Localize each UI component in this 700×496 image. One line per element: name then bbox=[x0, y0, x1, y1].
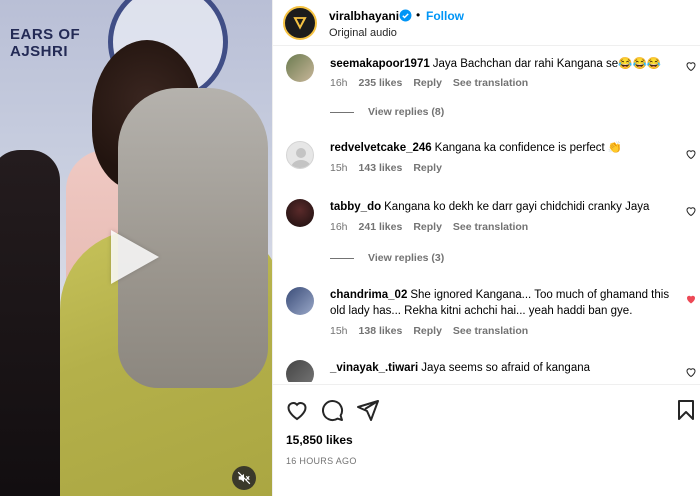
comment-text: Kangana ka confidence is perfect 👏 bbox=[434, 142, 623, 154]
view-replies-label: View replies (8) bbox=[368, 106, 445, 118]
likes-count[interactable]: 15,850 likes bbox=[286, 433, 353, 447]
comment-username[interactable]: tabby_do bbox=[330, 201, 381, 213]
post-panel: viralbhayani • Follow Original audio see… bbox=[272, 0, 700, 496]
comment-avatar[interactable] bbox=[286, 54, 314, 82]
comment-text: Jaya Bachchan dar rahi Kangana se😂😂😂 bbox=[432, 58, 662, 70]
comment-body: redvelvetcake_246 Kangana ka confidence i… bbox=[330, 140, 678, 156]
heart-icon[interactable] bbox=[685, 205, 697, 217]
comment-likes[interactable]: 235 likes bbox=[359, 77, 403, 89]
comment-time[interactable]: 16h bbox=[330, 221, 348, 233]
comment-avatar[interactable] bbox=[286, 360, 314, 382]
comment-text: Jaya seems so afraid of kangana bbox=[421, 362, 591, 374]
view-replies-button[interactable]: View replies (8) bbox=[330, 106, 444, 118]
comment-avatar[interactable] bbox=[286, 287, 314, 315]
comment-username[interactable]: seemakapoor1971 bbox=[330, 58, 430, 70]
comment-username[interactable]: chandrima_02 bbox=[330, 289, 407, 301]
post-timestamp[interactable]: 16 HOURS AGO bbox=[286, 456, 357, 466]
follow-button[interactable]: Follow bbox=[426, 9, 464, 23]
divider-line bbox=[330, 111, 354, 113]
comment-meta: 15h 143 likes Reply bbox=[330, 162, 453, 174]
comment-icon[interactable] bbox=[320, 398, 344, 422]
comment-likes[interactable]: 241 likes bbox=[359, 221, 403, 233]
comment-avatar[interactable] bbox=[286, 141, 314, 169]
default-avatar-icon bbox=[291, 148, 311, 168]
brand-logo-icon bbox=[293, 17, 307, 30]
video-player[interactable]: EARS OF AJSHRI bbox=[0, 0, 272, 496]
view-replies-button[interactable]: View replies (3) bbox=[330, 252, 444, 264]
heart-liked-icon[interactable] bbox=[685, 293, 697, 305]
reply-button[interactable]: Reply bbox=[413, 221, 442, 233]
comment-body: tabby_do Kangana ko dekh ke darr gayi chi… bbox=[330, 199, 678, 215]
backdrop-line-1: EARS OF bbox=[10, 26, 81, 43]
comment-list[interactable]: seemakapoor1971 Jaya Bachchan dar rahi Ka… bbox=[273, 47, 700, 382]
comment-meta: 15h 138 likes Reply See translation bbox=[330, 325, 539, 337]
reply-button[interactable]: Reply bbox=[413, 325, 442, 337]
reply-button[interactable]: Reply bbox=[413, 77, 442, 89]
heart-icon[interactable] bbox=[685, 366, 697, 378]
divider-line bbox=[330, 257, 354, 259]
backdrop-line-2: AJSHRI bbox=[10, 43, 69, 60]
like-heart-icon[interactable] bbox=[285, 398, 309, 422]
heart-icon[interactable] bbox=[685, 148, 697, 160]
separator-dot: • bbox=[416, 8, 421, 22]
comment-time[interactable]: 15h bbox=[330, 325, 348, 337]
comment-username[interactable]: redvelvetcake_246 bbox=[330, 142, 432, 154]
original-audio-link[interactable]: Original audio bbox=[329, 27, 397, 39]
mute-button[interactable] bbox=[232, 466, 256, 490]
speaker-muted-icon bbox=[237, 471, 251, 485]
video-figure-left bbox=[0, 150, 60, 496]
share-icon[interactable] bbox=[356, 398, 380, 422]
comment-meta: 16h 235 likes Reply See translation bbox=[330, 77, 539, 89]
heart-icon[interactable] bbox=[685, 60, 697, 72]
avatar[interactable] bbox=[283, 6, 317, 40]
comment-likes[interactable]: 143 likes bbox=[359, 162, 403, 174]
view-replies-label: View replies (3) bbox=[368, 252, 445, 264]
post-header: viralbhayani • Follow Original audio bbox=[273, 0, 700, 46]
post-actions: 15,850 likes 16 HOURS AGO bbox=[273, 384, 700, 496]
comment-body: seemakapoor1971 Jaya Bachchan dar rahi Ka… bbox=[330, 56, 678, 72]
comment-username[interactable]: _vinayak_.tiwari bbox=[330, 362, 418, 374]
post-username[interactable]: viralbhayani bbox=[329, 9, 399, 23]
see-translation-button[interactable]: See translation bbox=[453, 77, 528, 89]
comment-time[interactable]: 16h bbox=[330, 77, 348, 89]
comment-body: _vinayak_.tiwari Jaya seems so afraid of … bbox=[330, 360, 678, 376]
comment-meta: 16h 241 likes Reply See translation bbox=[330, 221, 539, 233]
verified-badge-icon bbox=[399, 9, 412, 22]
backdrop-text: EARS OF AJSHRI bbox=[10, 26, 80, 60]
bookmark-icon[interactable] bbox=[674, 398, 698, 422]
reply-button[interactable]: Reply bbox=[413, 162, 442, 174]
comment-text: Kangana ko dekh ke darr gayi chidchidi c… bbox=[384, 201, 650, 213]
see-translation-button[interactable]: See translation bbox=[453, 325, 528, 337]
comment-time[interactable]: 15h bbox=[330, 162, 348, 174]
comment-likes[interactable]: 138 likes bbox=[359, 325, 403, 337]
play-icon[interactable] bbox=[111, 230, 159, 284]
comment-avatar[interactable] bbox=[286, 199, 314, 227]
see-translation-button[interactable]: See translation bbox=[453, 221, 528, 233]
comment-body: chandrima_02 She ignored Kangana... Too m… bbox=[330, 287, 678, 319]
